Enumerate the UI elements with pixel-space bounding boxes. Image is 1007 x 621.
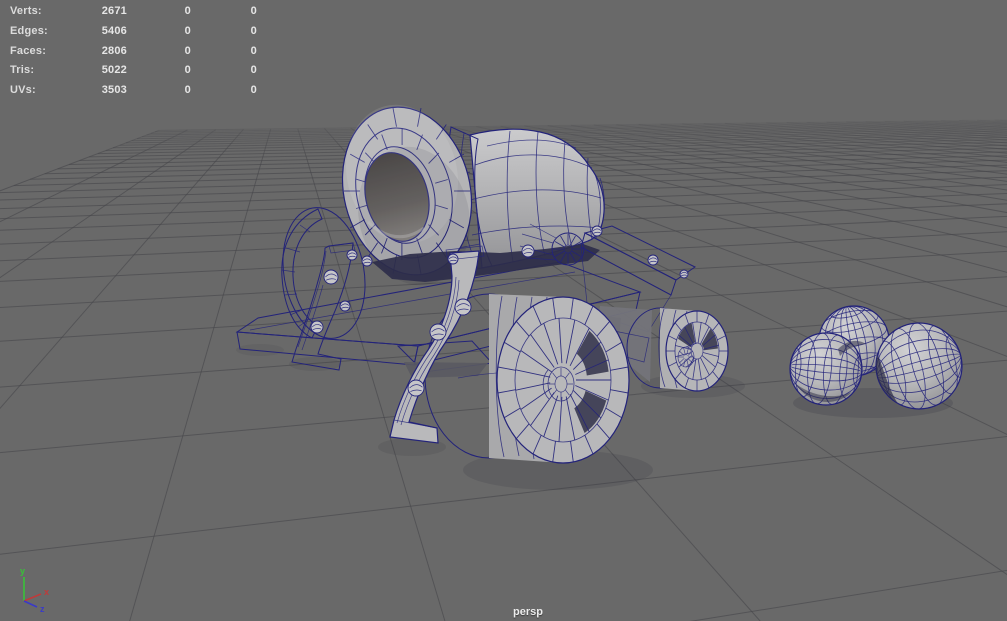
hud-label: Verts: bbox=[10, 5, 42, 17]
hud-row-uvs: UVs: 3503 0 0 bbox=[0, 81, 280, 101]
hud-value: 2671 bbox=[101, 5, 127, 17]
hud-value: 0 bbox=[184, 84, 191, 97]
hud-row-tris: Tris: 5022 0 0 bbox=[0, 61, 280, 81]
hud-value: 0 bbox=[184, 44, 191, 57]
hud-label: Edges: bbox=[10, 24, 48, 37]
hud-row-edges: Edges: 5406 0 0 bbox=[0, 22, 280, 42]
hud-value: 5022 bbox=[101, 64, 127, 77]
hud-value: 0 bbox=[250, 84, 257, 97]
hud-value: 3503 bbox=[101, 84, 127, 97]
hud-value: 0 bbox=[184, 64, 191, 77]
axis-gizmo: y x z bbox=[20, 566, 49, 614]
cannon-model[interactable] bbox=[235, 93, 729, 464]
hud-value: 5406 bbox=[101, 24, 127, 37]
hud-value: 0 bbox=[184, 24, 191, 37]
hud-value: 0 bbox=[250, 44, 257, 57]
hud-value: 0 bbox=[250, 24, 257, 37]
hud-label: Faces: bbox=[10, 44, 47, 57]
hud-row-faces: Faces: 2806 0 0 bbox=[0, 42, 280, 62]
poly-count-hud: Verts: 2671 0 0 Edges: 5406 0 0 Faces: 2… bbox=[0, 2, 280, 101]
camera-label: persp bbox=[513, 606, 543, 618]
hud-value: 0 bbox=[184, 5, 191, 17]
maya-viewport[interactable]: y x z Verts: 2671 0 0 Edges: 5406 0 0 Fa… bbox=[0, 0, 1007, 621]
hud-value: 0 bbox=[250, 5, 257, 17]
hud-label: UVs: bbox=[10, 84, 36, 97]
axis-x-label: x bbox=[44, 587, 49, 597]
axis-z-label: z bbox=[40, 604, 45, 614]
hud-label: Tris: bbox=[10, 64, 35, 77]
hud-value: 0 bbox=[250, 64, 257, 77]
axis-y-label: y bbox=[20, 566, 25, 576]
hud-row-verts: Verts: 2671 0 0 bbox=[0, 2, 280, 22]
hud-value: 2806 bbox=[101, 44, 127, 57]
